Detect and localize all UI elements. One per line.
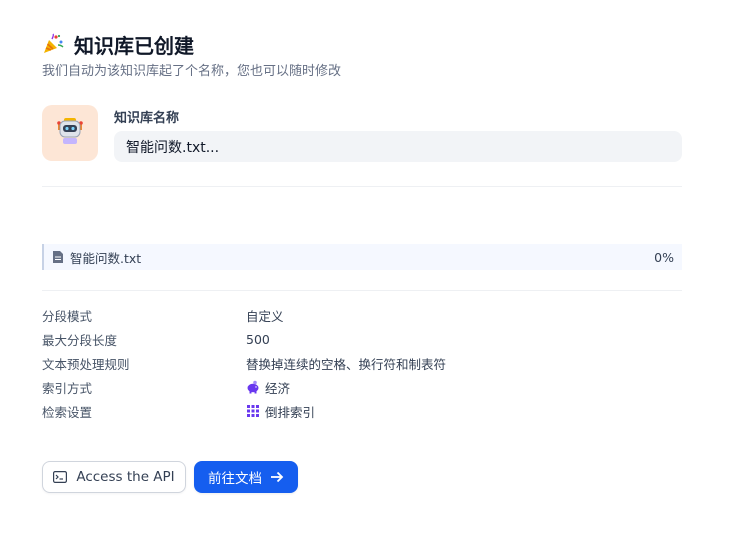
- setting-value: 经济: [265, 380, 291, 396]
- dataset-name-section: 知识库名称 智能问数.txt...: [42, 105, 682, 165]
- setting-key: 检索设置: [42, 404, 93, 420]
- go-to-docs-label: 前往文档: [208, 471, 262, 487]
- setting-row-index-method: 索引方式 经济: [42, 375, 682, 399]
- setting-value-with-icon: 经济: [246, 378, 290, 397]
- page-subtitle: 我们自动为该知识库起了个名称，您也可以随时修改: [42, 64, 342, 79]
- setting-value: 倒排索引: [265, 404, 316, 420]
- piggy-bank-icon: [246, 380, 260, 394]
- setting-row-retrieval: 检索设置 倒排索引: [42, 399, 682, 423]
- header: 知识库已创建: [42, 30, 682, 58]
- setting-key: 索引方式: [42, 380, 93, 396]
- setting-value-with-icon: 倒排索引: [246, 402, 315, 421]
- file-progress-percent: 0%: [654, 249, 674, 265]
- dataset-name-label: 知识库名称: [114, 111, 180, 126]
- access-api-label: Access the API: [76, 469, 175, 485]
- setting-value: 自定义: [246, 308, 284, 324]
- setting-key: 最大分段长度: [42, 332, 118, 348]
- process-settings: 分段模式 自定义 最大分段长度 500 文本预处理规则 替换掉连续的空格、换行符…: [42, 303, 682, 423]
- setting-value: 替换掉连续的空格、换行符和制表符: [246, 356, 447, 372]
- go-to-docs-button[interactable]: 前往文档: [194, 461, 298, 493]
- access-api-button[interactable]: Access the API: [42, 461, 186, 493]
- file-name: 智能问数.txt: [70, 250, 142, 266]
- robot-icon: [55, 116, 85, 150]
- arrow-right-icon: [270, 471, 284, 483]
- setting-key: 文本预处理规则: [42, 356, 130, 372]
- action-buttons: Access the API 前往文档: [42, 461, 298, 493]
- setting-row-segment-mode: 分段模式 自定义: [42, 303, 682, 327]
- setting-key: 分段模式: [42, 308, 93, 324]
- page-title: 知识库已创建: [74, 33, 194, 58]
- divider: [42, 186, 682, 187]
- setting-row-max-length: 最大分段长度 500: [42, 327, 682, 351]
- file-progress-row: 智能问数.txt 0%: [42, 244, 682, 270]
- grid-icon: [246, 404, 260, 418]
- dataset-icon-button[interactable]: [42, 105, 98, 161]
- file-icon: [52, 250, 64, 264]
- dataset-created-panel: 知识库已创建 我们自动为该知识库起了个名称，您也可以随时修改 知识库名称 智能问…: [42, 30, 682, 493]
- party-popper-icon: [42, 33, 64, 55]
- divider: [42, 290, 682, 291]
- dataset-name-input[interactable]: 智能问数.txt...: [114, 131, 682, 162]
- terminal-icon: [53, 471, 68, 483]
- setting-row-preprocess-rules: 文本预处理规则 替换掉连续的空格、换行符和制表符: [42, 351, 682, 375]
- setting-value: 500: [246, 331, 270, 347]
